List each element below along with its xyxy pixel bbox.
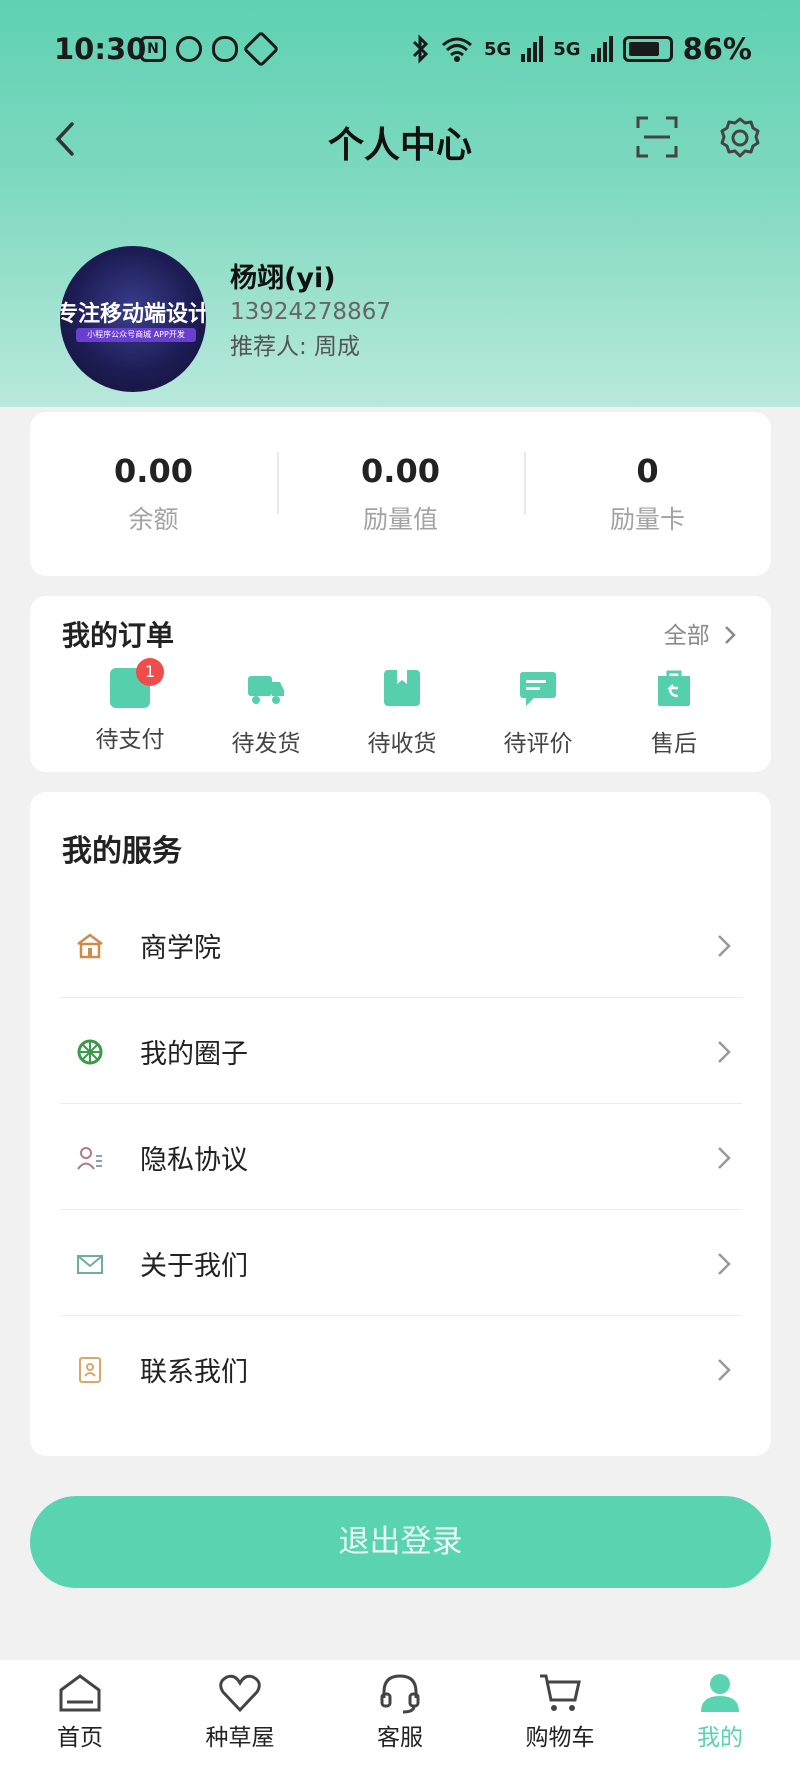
service-item-business-school[interactable]: 商学院 (60, 892, 742, 998)
service-item-privacy-policy[interactable]: 隐私协议 (60, 1104, 742, 1210)
incentive-value-stat[interactable]: 0.00 励量值 (277, 452, 524, 536)
orders-all-link[interactable]: 全部 (664, 616, 737, 650)
stat-value: 0.00 (114, 452, 193, 490)
order-label: 售后 (651, 731, 697, 757)
chevron-right-icon (718, 1359, 731, 1381)
services-title: 我的服务 (62, 834, 182, 869)
orders-all-label: 全部 (663, 623, 710, 649)
tab-label: 客服 (377, 1725, 423, 1751)
service-label: 关于我们 (140, 1251, 248, 1282)
chevron-right-icon (718, 1041, 731, 1063)
order-label: 待支付 (95, 727, 165, 753)
mail-icon (77, 1255, 103, 1274)
avatar[interactable]: 专注移动端设计 小程序公众号商城 APP开发 (60, 246, 206, 392)
privacy-icon (77, 1147, 102, 1170)
service-item-about-us[interactable]: 关于我们 (60, 1210, 742, 1316)
chevron-right-icon (718, 1147, 731, 1169)
settings-gear-icon[interactable] (718, 116, 762, 160)
stat-label: 励量卡 (609, 505, 685, 534)
order-pending-review[interactable]: 待评价 (470, 668, 606, 758)
signal-icon-2 (590, 36, 613, 62)
order-after-sales[interactable]: 售后 (606, 668, 742, 758)
nfc-icon: N (140, 36, 166, 62)
battery-icon (622, 36, 673, 62)
referrer-text: 推荐人: 周成 (230, 334, 361, 360)
header-background: 10:30 N 5G 5G 86% 个人中心 专注移动端设计 小程序公众号商城 … (0, 0, 800, 407)
user-name: 杨翊(yi) (230, 263, 336, 294)
headset-icon (380, 1674, 420, 1714)
network-label-2: 5G (553, 38, 581, 60)
orders-title: 我的订单 (62, 619, 175, 652)
service-label: 我的圈子 (140, 1039, 248, 1070)
school-icon (77, 933, 103, 959)
stat-value: 0 (636, 452, 659, 490)
alarm-icon (176, 36, 202, 62)
signal-icon-1 (521, 36, 544, 62)
service-label: 隐私协议 (140, 1145, 248, 1176)
page-title: 个人中心 (327, 125, 472, 166)
scan-icon[interactable] (636, 116, 678, 158)
order-pending-payment[interactable]: 1 待支付 (62, 658, 198, 758)
circle-icon (77, 1039, 103, 1065)
service-label: 商学院 (140, 933, 221, 964)
chevron-right-icon (718, 1253, 731, 1275)
bluetooth-icon (412, 34, 429, 64)
tab-label: 种草屋 (205, 1725, 275, 1751)
return-bag-icon (658, 670, 690, 706)
truck-icon (248, 676, 284, 704)
comment-icon (520, 672, 556, 706)
tab-grass-house[interactable]: 种草屋 (160, 1660, 320, 1768)
heart-icon (219, 1674, 261, 1713)
bottom-tab-bar: 首页 种草屋 客服 购物车 我的 (0, 1660, 800, 1768)
service-item-my-circle[interactable]: 我的圈子 (60, 998, 742, 1104)
order-label: 待收货 (367, 731, 437, 757)
status-time: 10:30 (54, 32, 147, 66)
status-bar: 10:30 N 5G 5G 86% (0, 28, 800, 76)
wechat-icon (212, 36, 238, 62)
chevron-right-icon (725, 626, 736, 644)
cart-icon (540, 1674, 581, 1711)
nav-bar: 个人中心 (0, 110, 800, 170)
hand-icon (242, 30, 280, 68)
wallet-icon: 1 (110, 658, 164, 708)
network-label-1: 5G (483, 38, 512, 60)
wifi-icon (441, 37, 472, 62)
avatar-text: 专注移动端设计 (60, 301, 206, 327)
stat-value: 0.00 (361, 452, 440, 490)
service-label: 联系我们 (140, 1357, 248, 1388)
tab-label: 购物车 (525, 1725, 595, 1751)
stat-label: 余额 (128, 505, 179, 534)
battery-percent: 86% (682, 32, 752, 66)
stat-label: 励量值 (362, 505, 438, 534)
home-icon (59, 1674, 101, 1712)
user-icon (701, 1674, 739, 1712)
tab-label: 我的 (697, 1725, 743, 1751)
account-stats-card: 0.00 余额 0.00 励量值 0 励量卡 (30, 412, 771, 576)
tab-shopping-cart[interactable]: 购物车 (480, 1660, 640, 1768)
pending-payment-badge: 1 (136, 658, 164, 686)
tab-customer-service[interactable]: 客服 (320, 1660, 480, 1768)
user-phone: 13924278867 (230, 299, 391, 325)
logout-button[interactable]: 退出登录 (30, 1496, 771, 1588)
order-label: 待评价 (503, 731, 573, 757)
box-icon (384, 670, 420, 706)
contact-book-icon (79, 1357, 101, 1383)
order-pending-receipt[interactable]: 待收货 (334, 668, 470, 758)
service-item-contact-us[interactable]: 联系我们 (60, 1316, 742, 1422)
tab-label: 首页 (57, 1725, 103, 1751)
incentive-card-stat[interactable]: 0 励量卡 (524, 452, 771, 536)
order-pending-shipment[interactable]: 待发货 (198, 668, 334, 758)
notification-icons: N (140, 30, 280, 68)
my-orders-card: 我的订单 全部 1 待支付 待发货 待收货 待评价 售后 (30, 596, 771, 772)
tab-mine[interactable]: 我的 (640, 1660, 800, 1768)
avatar-subtext: 小程序公众号商城 APP开发 (76, 328, 196, 342)
order-label: 待发货 (231, 731, 301, 757)
tab-home[interactable]: 首页 (0, 1660, 160, 1768)
chevron-right-icon (718, 935, 731, 957)
balance-stat[interactable]: 0.00 余额 (30, 452, 277, 536)
user-profile: 专注移动端设计 小程序公众号商城 APP开发 杨翊(yi) 1392427886… (60, 246, 391, 392)
